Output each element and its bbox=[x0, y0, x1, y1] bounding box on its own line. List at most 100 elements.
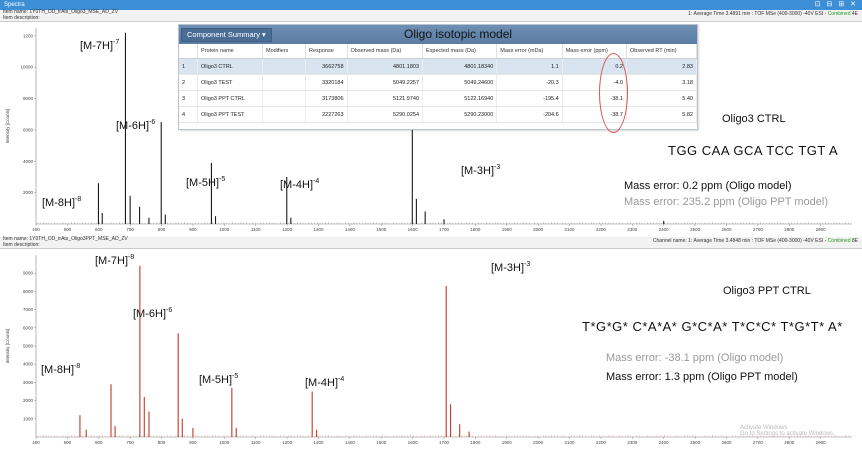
x-tick-label: 600 bbox=[95, 227, 103, 232]
ion-charge: -4 bbox=[313, 178, 319, 185]
ion-label: [M-4H]-4 bbox=[280, 178, 319, 191]
x-tick-label: 1300 bbox=[313, 440, 324, 445]
x-tick-label: 800 bbox=[158, 440, 166, 445]
x-tick-label: 2200 bbox=[596, 227, 607, 232]
y-tick-label: 7000 bbox=[23, 307, 34, 312]
response-cell: 3173806 bbox=[305, 90, 348, 107]
response-cell: 3662758 bbox=[305, 58, 348, 75]
ion-label: [M-8H]-8 bbox=[41, 363, 80, 376]
y-tick-label: 4000 bbox=[23, 159, 34, 164]
x-tick-label: 1500 bbox=[376, 227, 387, 232]
ion-label: [M-7H]-7 bbox=[80, 39, 119, 52]
x-tick-label: 2800 bbox=[784, 440, 795, 445]
window-controls[interactable]: ⊡ ⊟ ⊞ ✕ bbox=[815, 0, 858, 10]
bottom-mass-error-oligo: Mass error: -38.1 ppm (Oligo model) bbox=[606, 352, 784, 364]
y-tick-label: 8000 bbox=[23, 96, 34, 101]
row-index: 2 bbox=[179, 74, 198, 91]
ion-label: [M-4H]-4 bbox=[305, 376, 344, 389]
x-tick-label: 1000 bbox=[219, 227, 230, 232]
y-tick-label: 6000 bbox=[23, 325, 34, 330]
ion-charge: -3 bbox=[524, 261, 530, 268]
x-tick-label: 1200 bbox=[282, 440, 293, 445]
x-tick-label: 500 bbox=[64, 227, 72, 232]
x-tick-label: 2500 bbox=[690, 227, 701, 232]
x-tick-label: 600 bbox=[95, 440, 103, 445]
observed-rt-cell: 5.82 bbox=[626, 106, 698, 123]
y-axis-label: Intensity [Counts] bbox=[5, 109, 10, 144]
x-tick-label: 2300 bbox=[627, 440, 638, 445]
column-header[interactable]: Modifiers bbox=[262, 44, 306, 59]
row-index: 1 bbox=[179, 58, 198, 75]
x-tick-label: 700 bbox=[126, 227, 134, 232]
y-tick-label: 3000 bbox=[23, 380, 34, 385]
ion-label: [M-6H]-6 bbox=[116, 119, 155, 132]
response-cell: 2227263 bbox=[305, 106, 348, 123]
column-header[interactable]: Response bbox=[305, 44, 348, 59]
x-tick-label: 2000 bbox=[533, 440, 544, 445]
ion-label: [M-6H]-6 bbox=[133, 307, 172, 320]
top-panel-header: Item name: 1Y0TH_OD_trAts_Oligo3_MSE_AD_… bbox=[0, 9, 862, 22]
observed-mass-cell: 5290.0254 bbox=[347, 106, 424, 123]
modifiers-cell bbox=[262, 90, 306, 107]
expected-mass-cell: 5122.16940 bbox=[422, 90, 498, 107]
observed-mass-cell: 5121.9740 bbox=[347, 90, 424, 107]
component-summary-menu-button[interactable]: Component Summary ▾ bbox=[181, 28, 272, 42]
x-tick-label: 1900 bbox=[502, 440, 513, 445]
x-tick-label: 1500 bbox=[376, 440, 387, 445]
ion-charge: -5 bbox=[219, 176, 225, 183]
top-mass-error-ppt: Mass error: 235.2 ppm (Oligo PPT model) bbox=[624, 196, 828, 208]
x-tick-label: 2700 bbox=[753, 440, 764, 445]
x-tick-label: 2200 bbox=[596, 440, 607, 445]
mass-error-mda-cell: -195.4 bbox=[496, 90, 563, 107]
y-tick-label: 2000 bbox=[23, 398, 34, 403]
ion-label: [M-8H]-8 bbox=[42, 196, 81, 209]
ion-charge: -6 bbox=[166, 307, 172, 314]
mass-error-highlight-ring bbox=[599, 53, 628, 133]
mass-error-mda-cell: -20.3 bbox=[496, 74, 563, 91]
column-header[interactable]: Mass error (mDa) bbox=[496, 44, 563, 59]
x-tick-label: 2100 bbox=[565, 440, 576, 445]
table-header-bar: Component Summary ▾ Oligo isotopic model bbox=[179, 25, 697, 44]
x-tick-label: 800 bbox=[158, 227, 166, 232]
bottom-item-description: Item description: bbox=[3, 241, 40, 248]
column-header[interactable]: Protein name bbox=[197, 44, 263, 59]
protein-name-cell: Oligo3 PPT TEST bbox=[197, 106, 263, 123]
x-tick-label: 1700 bbox=[439, 227, 450, 232]
protein-name-cell: Oligo3 PPT CTRL bbox=[197, 90, 263, 107]
table-title: Oligo isotopic model bbox=[404, 27, 513, 41]
y-tick-label: 6000 bbox=[23, 127, 34, 132]
x-tick-label: 700 bbox=[126, 440, 134, 445]
bottom-mass-error-ppt: Mass error: 1.3 ppm (Oligo PPT model) bbox=[606, 371, 798, 383]
bottom-channel-name: Channel name: 1: Average Time 3.4848 min… bbox=[652, 238, 828, 244]
column-header[interactable]: Observed RT (min) bbox=[626, 44, 698, 59]
observed-mass-cell: 4801.1803 bbox=[347, 58, 424, 75]
bottom-spectrum-chart: 1000 2000 3000 4000 5000 6000 7000 8000 9000 Inte… bbox=[5, 254, 852, 445]
x-tick-label: 400 bbox=[32, 227, 40, 232]
y-tick-label: 9000 bbox=[23, 271, 34, 276]
ion-label: [M-7H]-8 bbox=[95, 254, 134, 267]
ion-charge: -3 bbox=[494, 164, 500, 171]
modifiers-cell bbox=[262, 58, 306, 75]
column-header[interactable]: Expected mass (Da) bbox=[422, 44, 498, 59]
x-tick-label: 400 bbox=[32, 440, 40, 445]
ion-charge: -5 bbox=[232, 373, 238, 380]
y-tick-label: 10000 bbox=[20, 65, 33, 70]
bottom-extra: 8E bbox=[850, 238, 858, 244]
x-tick-label: 1100 bbox=[251, 227, 261, 232]
y-tick-label: 5000 bbox=[23, 344, 34, 349]
column-header[interactable] bbox=[179, 44, 198, 59]
ion-charge: -6 bbox=[149, 119, 155, 126]
row-index: 4 bbox=[179, 106, 198, 123]
top-status-combined: Combined bbox=[827, 11, 851, 17]
y-tick-label: 8000 bbox=[23, 289, 34, 294]
ion-label: [M-3H]-3 bbox=[491, 261, 530, 274]
top-sequence: TGG CAA GCA TCC TGT A bbox=[668, 143, 839, 158]
x-tick-label: 2500 bbox=[690, 440, 701, 445]
expected-mass-cell: 4801.18340 bbox=[422, 58, 498, 75]
x-tick-label: 500 bbox=[64, 440, 72, 445]
column-header[interactable]: Observed mass (Da) bbox=[347, 44, 424, 59]
response-cell: 3320184 bbox=[305, 74, 348, 91]
ion-charge: -4 bbox=[338, 376, 344, 383]
y-tick-label: 2000 bbox=[23, 190, 34, 195]
top-item-description: Item description: bbox=[3, 14, 40, 21]
